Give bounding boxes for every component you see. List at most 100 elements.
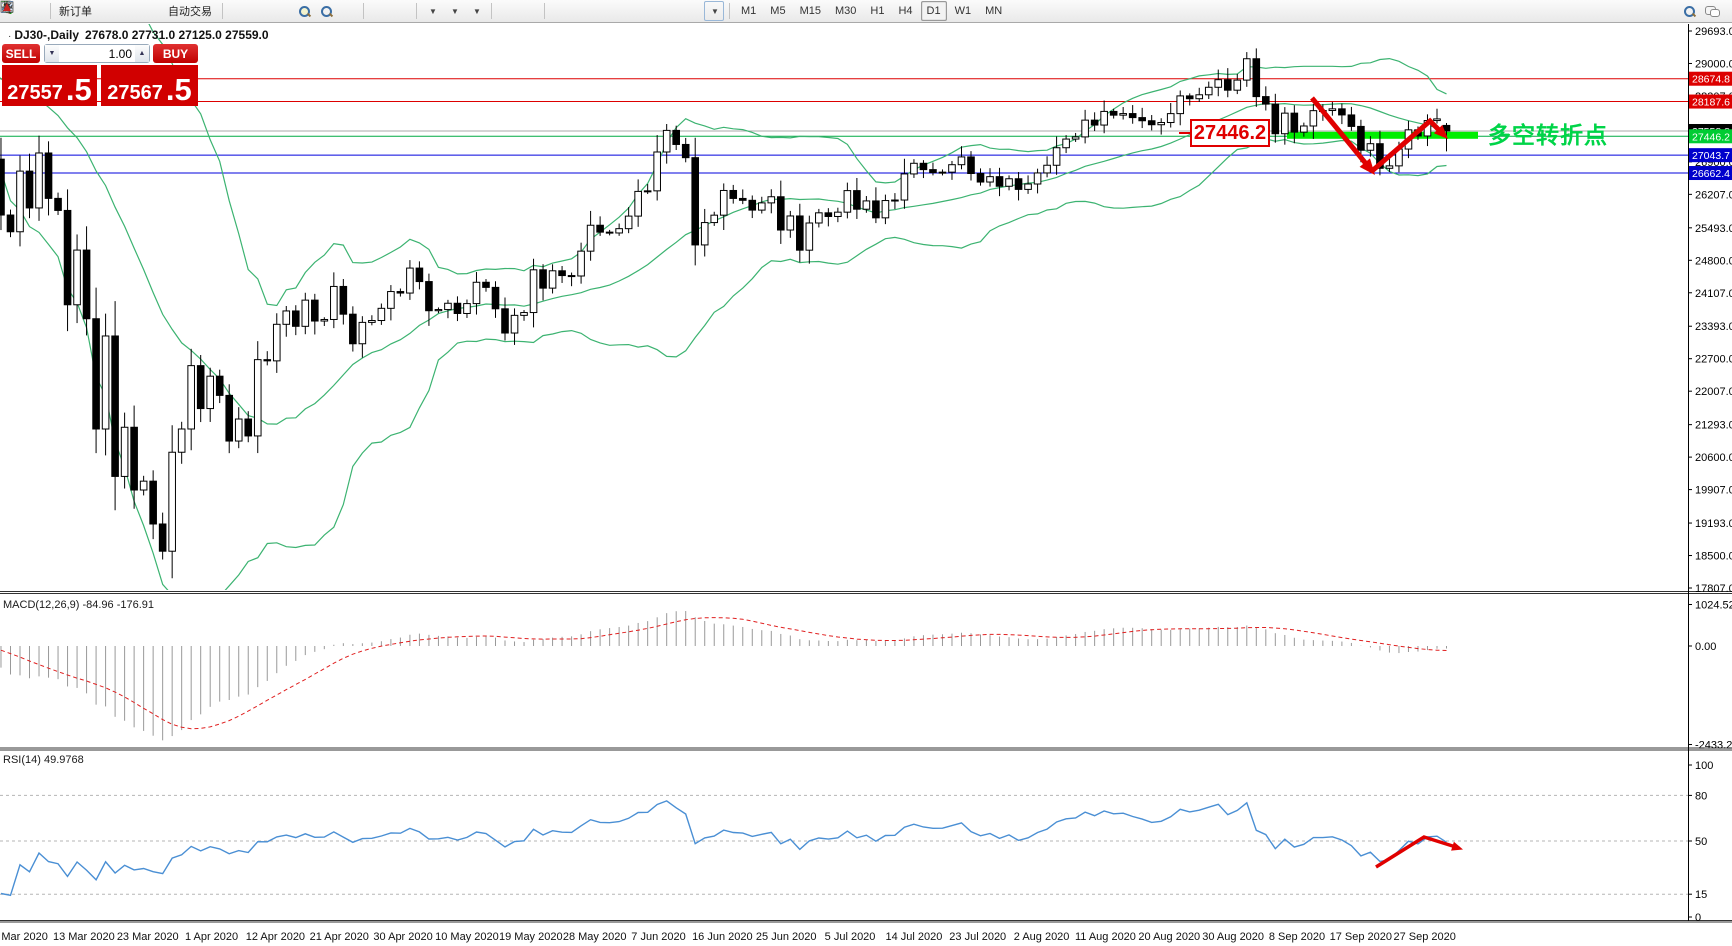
buy-price-panel[interactable]: 27567 .5 (101, 65, 198, 106)
timeframe-H4[interactable]: H4 (892, 1, 918, 21)
templates-button[interactable]: ▼ (466, 1, 486, 21)
auto-scroll-button[interactable] (369, 1, 389, 21)
candle-body (426, 282, 433, 311)
crosshair-tool-button[interactable] (519, 1, 539, 21)
bar-chart-button[interactable] (228, 1, 248, 21)
autotrading-button[interactable]: 自动交易 (165, 1, 217, 21)
chart-shift-button[interactable] (391, 1, 411, 21)
candle-body (606, 232, 613, 233)
volume-decrease-button[interactable]: ▼ (45, 45, 59, 62)
date-label: 12 Apr 2020 (246, 931, 305, 943)
navigator-button[interactable] (121, 1, 141, 21)
axis-tick-label: 19907.0 (1695, 485, 1732, 497)
symbol-name: DJ30-,Daily (14, 28, 79, 42)
price-label-text: 27043.7 (1692, 150, 1730, 162)
timeframe-group: M1M5M15M30H1H4D1W1MN (734, 1, 1009, 21)
timeframe-W1[interactable]: W1 (949, 1, 978, 21)
market-watch-button[interactable] (99, 1, 119, 21)
tile-windows-button[interactable] (338, 1, 358, 21)
trendline-tool-button[interactable] (594, 1, 614, 21)
candle-body (730, 190, 737, 198)
candle-body (454, 303, 461, 313)
timeframe-H1[interactable]: H1 (864, 1, 890, 21)
volume-increase-button[interactable]: ▲ (135, 45, 149, 62)
horizontal-line-tool-button[interactable] (572, 1, 592, 21)
cursor-tool-button[interactable] (497, 1, 517, 21)
date-label: 2 Mar 2020 (0, 931, 48, 943)
date-label: 27 Sep 2020 (1394, 931, 1456, 943)
candle-body (739, 198, 746, 200)
new-order-button[interactable]: 新订单 (56, 1, 97, 21)
axis-tick-label: 17807.0 (1695, 583, 1732, 595)
signals-button[interactable] (143, 1, 163, 21)
timeframe-M15[interactable]: M15 (794, 1, 827, 21)
candle-body (568, 276, 575, 277)
line-chart-button[interactable] (272, 1, 292, 21)
text-label-tool-button[interactable]: T (682, 1, 702, 21)
axis-tick-label: 18500.0 (1695, 551, 1732, 563)
timeframe-M1[interactable]: M1 (735, 1, 762, 21)
rsi-label: RSI(14) 49.9768 (3, 754, 84, 766)
sell-button[interactable]: SELL (2, 44, 40, 63)
candle-body (701, 223, 708, 245)
axis-tick-label: 22700.0 (1695, 354, 1732, 366)
candle-body (1110, 111, 1117, 115)
volume-input[interactable] (59, 45, 135, 62)
timeframe-M5[interactable]: M5 (764, 1, 791, 21)
dropdown-caret-icon: ▼ (711, 7, 719, 16)
dropdown-caret-icon: ▼ (473, 7, 481, 16)
candle-body (7, 215, 14, 232)
zoom-in-button[interactable] (294, 1, 314, 21)
date-label: 28 May 2020 (563, 931, 627, 943)
candle-body (464, 304, 471, 314)
chart-canvas[interactable]: 29693.029000.028307.027614.026900.026207… (0, 0, 1732, 946)
candle-body (378, 308, 385, 320)
dropdown-caret-icon: ▼ (429, 7, 437, 16)
candle-body (758, 203, 765, 210)
sell-price-panel[interactable]: 27557 .5 (2, 65, 97, 106)
history-center-button[interactable] (25, 1, 45, 21)
search-button[interactable] (1679, 1, 1699, 21)
candle-body (207, 376, 214, 408)
zoom-out-button[interactable] (316, 1, 336, 21)
candle-body (292, 311, 299, 326)
axis-tick-label: 22007.0 (1695, 386, 1732, 398)
candle-body (83, 250, 90, 319)
timeframe-MN[interactable]: MN (979, 1, 1008, 21)
candlestick-chart-button[interactable] (250, 1, 270, 21)
chat-button[interactable] (1701, 1, 1721, 21)
macd-tick-label: -2433.25 (1695, 740, 1732, 752)
rsi-tick-label: 0 (1695, 912, 1701, 924)
candle-body (1386, 166, 1393, 168)
rsi-pane (0, 795, 1688, 895)
toolbar: 新订单 自动交易 ▼ ▼ ▼ E F A T ▼ M (0, 0, 1732, 23)
candle-body (1291, 113, 1298, 132)
price-callout-box[interactable]: 27446.2 (1190, 119, 1270, 147)
toolbar-separator (222, 3, 223, 19)
pivot-annotation-text[interactable]: 多空转折点 (1488, 116, 1608, 150)
date-label: 10 May 2020 (435, 931, 499, 943)
date-label: 23 Jul 2020 (949, 931, 1006, 943)
chart-title: ·DJ30-,Daily27678.0 27731.0 27125.0 2755… (8, 28, 269, 42)
buy-button[interactable]: BUY (153, 44, 198, 63)
indicators-button[interactable]: ▼ (422, 1, 442, 21)
price-label-text: 27446.2 (1692, 131, 1730, 143)
equidistant-channel-tool-button[interactable]: E (616, 1, 636, 21)
axis-tick-label: 19193.0 (1695, 518, 1732, 530)
candle-body (1129, 114, 1136, 118)
date-label: 1 Apr 2020 (185, 931, 238, 943)
candle-body (1243, 59, 1250, 80)
candle-body (892, 200, 899, 201)
timeframe-M30[interactable]: M30 (829, 1, 862, 21)
candle-body (1205, 87, 1212, 94)
date-label: 19 May 2020 (499, 931, 563, 943)
candle-body (806, 223, 813, 250)
vertical-line-tool-button[interactable] (550, 1, 570, 21)
timeframe-D1[interactable]: D1 (921, 1, 947, 21)
arrows-tool-button[interactable]: ▼ (704, 1, 724, 21)
periods-button[interactable]: ▼ (444, 1, 464, 21)
candle-body (644, 191, 651, 192)
fibonacci-tool-button[interactable]: F (638, 1, 658, 21)
text-tool-button[interactable]: A (660, 1, 680, 21)
candle-body (930, 170, 937, 173)
